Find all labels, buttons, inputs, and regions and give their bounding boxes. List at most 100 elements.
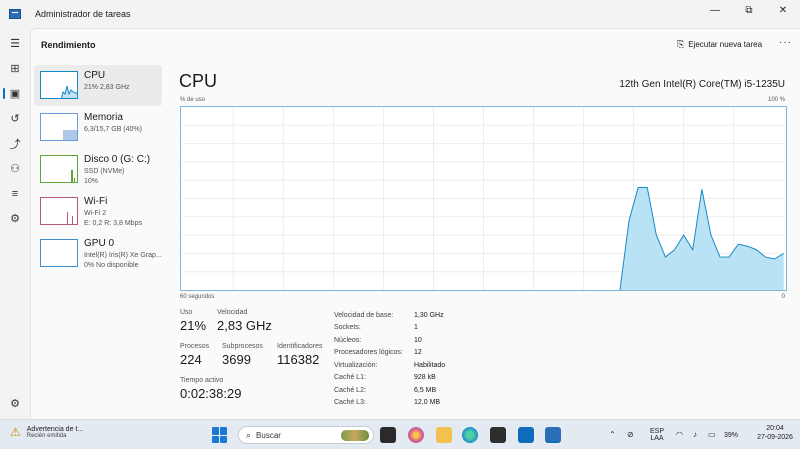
handles-value: 116382 xyxy=(277,352,320,367)
performance-icon[interactable]: ▣ xyxy=(0,81,30,106)
more-options-button[interactable]: ··· xyxy=(779,37,792,48)
copilot-icon[interactable] xyxy=(408,427,424,443)
app-history-icon[interactable]: ↺ xyxy=(0,106,30,131)
cpu-usage-area xyxy=(619,187,784,290)
spec-row: Caché L2: 6,5 MB xyxy=(334,384,445,397)
outlook-icon[interactable] xyxy=(518,427,534,443)
spec-value: 12 xyxy=(414,349,422,357)
threads-label: Subprocesos xyxy=(222,343,263,350)
spec-row: Núcleos: 10 xyxy=(334,334,445,347)
notification-subtitle: Recién emitida xyxy=(26,432,67,439)
handles-label: Identificadores xyxy=(277,343,323,350)
perf-thumbnail xyxy=(40,71,78,99)
perf-thumbnail xyxy=(40,197,78,225)
perf-item-name: Disco 0 (G: C:) xyxy=(84,154,151,165)
spec-label: Caché L1: xyxy=(334,374,366,382)
perf-item-detail: Wi-Fi 2 xyxy=(84,210,107,217)
language-indicator[interactable]: ESP LAA xyxy=(648,428,666,442)
users-icon[interactable]: ⚇ xyxy=(0,156,30,181)
cpu-model: 12th Gen Intel(R) Core(TM) i5-1235U xyxy=(619,79,785,90)
speaker-icon[interactable]: ♪ xyxy=(693,430,697,439)
perf-item-detail: 0% No disponible xyxy=(84,262,139,269)
perf-item-detail: 10% xyxy=(84,178,99,185)
graph-x-axis-min: 0 xyxy=(781,294,785,300)
clock-date: 27-09-2026 xyxy=(757,434,793,441)
perf-item-name: GPU 0 xyxy=(84,238,115,249)
speed-label: Velocidad xyxy=(217,309,248,316)
taskbar-search[interactable]: ⌕ Buscar xyxy=(238,426,374,444)
processes-icon[interactable]: ⊞ xyxy=(0,56,30,81)
show-hidden-icons-icon[interactable]: ⌃ xyxy=(609,430,616,439)
task-view-icon[interactable] xyxy=(380,427,396,443)
spec-label: Velocidad de base: xyxy=(334,311,394,319)
spec-label: Caché L2: xyxy=(334,386,366,394)
settings-icon[interactable]: ⚙ xyxy=(0,393,30,413)
perf-item-detail: 21% 2,83 GHz xyxy=(84,84,130,91)
search-label: Buscar xyxy=(256,430,281,440)
handles-stat: Identificadores 116382 xyxy=(277,343,323,367)
perf-item-disco[interactable]: Disco 0 (G: C:) SSD (NVMe) 10% xyxy=(34,149,162,190)
restore-button[interactable]: ⧉ xyxy=(732,0,766,20)
perf-item-detail: 6,3/15,7 GB (40%) xyxy=(84,126,142,133)
perf-item-cpu[interactable]: CPU 21% 2,83 GHz xyxy=(34,65,162,106)
usage-value: 21% xyxy=(180,318,207,333)
page-title: Rendimiento xyxy=(41,40,96,50)
startup-apps-icon[interactable]: ⤴ xyxy=(0,131,30,156)
battery-icon[interactable]: ▭ xyxy=(708,430,716,439)
perf-item-detail: Intel(R) Iris(R) Xe Grap... xyxy=(84,252,162,259)
spec-value: 10 xyxy=(414,336,422,344)
warning-icon: ⚠ xyxy=(10,425,21,439)
wifi-icon[interactable]: ◠ xyxy=(676,430,683,439)
uptime-label: Tiempo activo xyxy=(180,377,224,384)
uptime-stat: Tiempo activo 0:02:38:29 xyxy=(180,377,241,401)
performance-device-list: CPU 21% 2,83 GHz Memoria 6,3/15,7 GB (40%) D… xyxy=(34,65,162,275)
services-icon[interactable]: ⚙ xyxy=(0,206,30,231)
notification-widget[interactable]: ⚠ Advertencia de t... Recién emitida xyxy=(10,425,83,439)
perf-item-name: Memoria xyxy=(84,112,123,123)
spec-label: Núcleos: xyxy=(334,336,362,344)
details-icon[interactable]: ≡ xyxy=(0,181,30,206)
keyboard-layout: LAA xyxy=(650,435,664,442)
cpu-usage-graph xyxy=(180,106,787,291)
spec-value: Habilitado xyxy=(414,361,446,369)
speed-stat: Velocidad 2,83 GHz xyxy=(217,309,272,333)
perf-thumbnail xyxy=(40,155,78,183)
close-button[interactable]: ✕ xyxy=(766,0,800,20)
spec-row: Sockets: 1 xyxy=(334,322,445,335)
perf-item-wifi[interactable]: Wi-Fi Wi-Fi 2 E: 0,2 R: 3,8 Mbps xyxy=(34,191,162,232)
network-off-icon[interactable]: ⊘ xyxy=(627,430,634,439)
spec-label: Procesadores lógicos: xyxy=(334,349,403,357)
notification-title: Advertencia de t... xyxy=(26,425,84,433)
processes-value: 224 xyxy=(180,352,202,367)
spec-value: 1,30 GHz xyxy=(414,311,444,319)
task-manager-taskbar-icon[interactable] xyxy=(545,427,561,443)
store-icon[interactable] xyxy=(490,427,506,443)
clock[interactable]: 20:04 27-09-2026 xyxy=(752,425,798,441)
search-icon: ⌕ xyxy=(246,429,252,440)
start-icon[interactable] xyxy=(212,427,228,443)
perf-item-gpu[interactable]: GPU 0 Intel(R) Iris(R) Xe Grap... 0% No di… xyxy=(34,233,162,274)
spec-value: 1 xyxy=(414,324,418,332)
processes-label: Procesos xyxy=(180,343,210,350)
perf-item-memoria[interactable]: Memoria 6,3/15,7 GB (40%) xyxy=(34,107,162,148)
hamburger-icon[interactable]: ☰ xyxy=(0,31,30,56)
search-highlight-image xyxy=(341,430,369,441)
perf-item-name: Wi-Fi xyxy=(84,196,108,207)
task-manager-app-icon xyxy=(9,9,21,19)
file-explorer-icon[interactable] xyxy=(436,427,452,443)
performance-panel: Rendimiento ⎘ Ejecutar nueva tarea ··· C… xyxy=(30,28,800,419)
spec-row: Caché L3: 12,0 MB xyxy=(334,397,445,410)
taskbar: ⚠ Advertencia de t... Recién emitida ⌕ B… xyxy=(0,419,800,449)
perf-item-detail: E: 0,2 R: 3,8 Mbps xyxy=(84,220,142,227)
perf-item-name: CPU xyxy=(84,70,106,81)
spec-value: 928 kB xyxy=(414,374,436,382)
window-title: Administrador de tareas xyxy=(35,9,131,19)
run-task-icon: ⎘ xyxy=(677,39,685,49)
run-task-label: Ejecutar nueva tarea xyxy=(688,40,763,49)
spec-row: Procesadores lógicos: 12 xyxy=(334,347,445,360)
minimize-button[interactable]: — xyxy=(698,0,732,20)
nav-rail: ☰ ⊞ ▣ ↺ ⤴ ⚇ ≡ ⚙ ⚙ xyxy=(0,28,30,419)
run-new-task-button[interactable]: ⎘ Ejecutar nueva tarea xyxy=(677,39,762,50)
spec-label: Sockets: xyxy=(334,324,361,332)
edge-icon[interactable] xyxy=(462,427,478,443)
